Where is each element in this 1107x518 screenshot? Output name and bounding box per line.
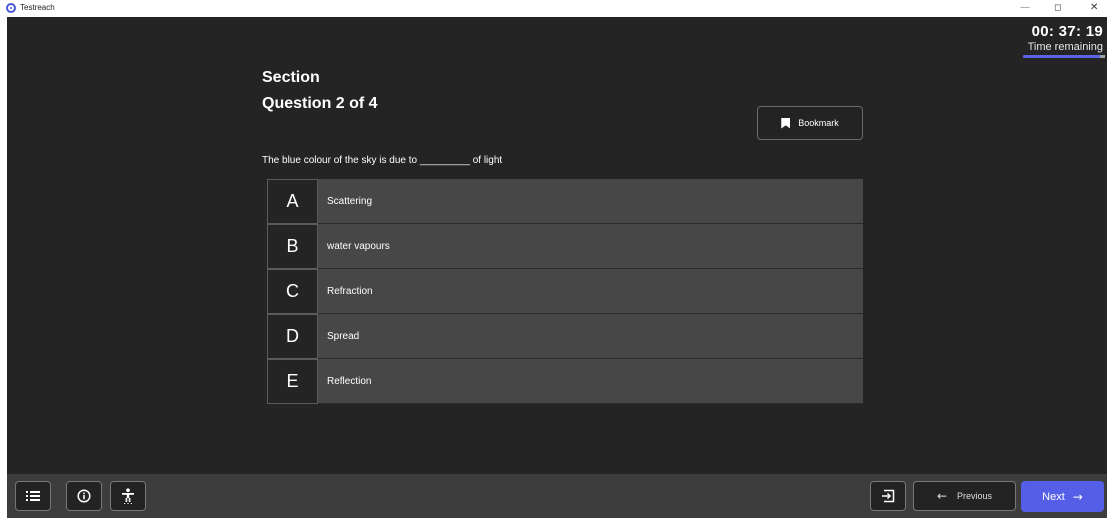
arrow-left-icon: ← xyxy=(936,489,948,503)
timer: 00: 37: 19 Time remaining xyxy=(1019,23,1103,54)
option-d[interactable]: D Spread xyxy=(267,314,863,359)
question-text: The blue colour of the sky is due to ___… xyxy=(262,155,503,166)
option-letter: E xyxy=(267,359,318,404)
timer-progress-remainder xyxy=(1100,55,1105,58)
bookmark-label: Bookmark xyxy=(798,118,839,128)
app-logo-icon xyxy=(6,3,16,13)
exam-panel: 00: 37: 19 Time remaining Section Questi… xyxy=(7,17,1107,518)
info-button[interactable] xyxy=(66,481,102,511)
exit-button[interactable] xyxy=(870,481,906,511)
previous-button[interactable]: ← Previous xyxy=(913,481,1016,511)
option-text: Scattering xyxy=(318,179,863,224)
arrow-right-icon: → xyxy=(1072,489,1083,504)
option-letter: C xyxy=(267,269,318,314)
option-e[interactable]: E Reflection xyxy=(267,359,863,404)
bookmark-button[interactable]: Bookmark xyxy=(757,106,863,140)
exit-icon xyxy=(882,489,895,503)
bookmark-icon xyxy=(781,117,791,129)
option-a[interactable]: A Scattering xyxy=(267,179,863,224)
minimize-button[interactable]: — xyxy=(1020,2,1030,14)
question-list-button[interactable] xyxy=(15,481,51,511)
option-text: Refraction xyxy=(318,269,863,314)
option-letter: D xyxy=(267,314,318,359)
info-icon xyxy=(77,489,91,503)
next-button[interactable]: Next → xyxy=(1021,481,1104,512)
section-title: Section xyxy=(262,69,320,86)
list-icon xyxy=(26,491,40,501)
option-text: Spread xyxy=(318,314,863,359)
option-letter: A xyxy=(267,179,318,224)
timer-progress-bar xyxy=(1023,55,1105,58)
question-counter: Question 2 of 4 xyxy=(262,95,378,112)
accessibility-button[interactable] xyxy=(110,481,146,511)
option-c[interactable]: C Refraction xyxy=(267,269,863,314)
close-button[interactable]: ✕ xyxy=(1090,2,1098,14)
timer-label: Time remaining xyxy=(1027,41,1103,53)
option-b[interactable]: B water vapours xyxy=(267,224,863,269)
option-letter: B xyxy=(267,224,318,269)
next-label: Next xyxy=(1042,490,1065,503)
accessibility-icon xyxy=(122,488,134,504)
previous-label: Previous xyxy=(957,491,993,501)
footer-toolbar: ← Previous Next → xyxy=(7,474,1107,518)
maximize-button[interactable]: ◻ xyxy=(1054,2,1061,14)
app-title: Testreach xyxy=(20,3,55,12)
option-text: water vapours xyxy=(318,224,863,269)
option-text: Reflection xyxy=(318,359,863,404)
timer-value: 00: 37: 19 xyxy=(1031,23,1103,40)
title-bar: Testreach — ◻ ✕ xyxy=(0,0,1107,17)
answer-options: A Scattering B water vapours C Refractio… xyxy=(267,179,863,404)
